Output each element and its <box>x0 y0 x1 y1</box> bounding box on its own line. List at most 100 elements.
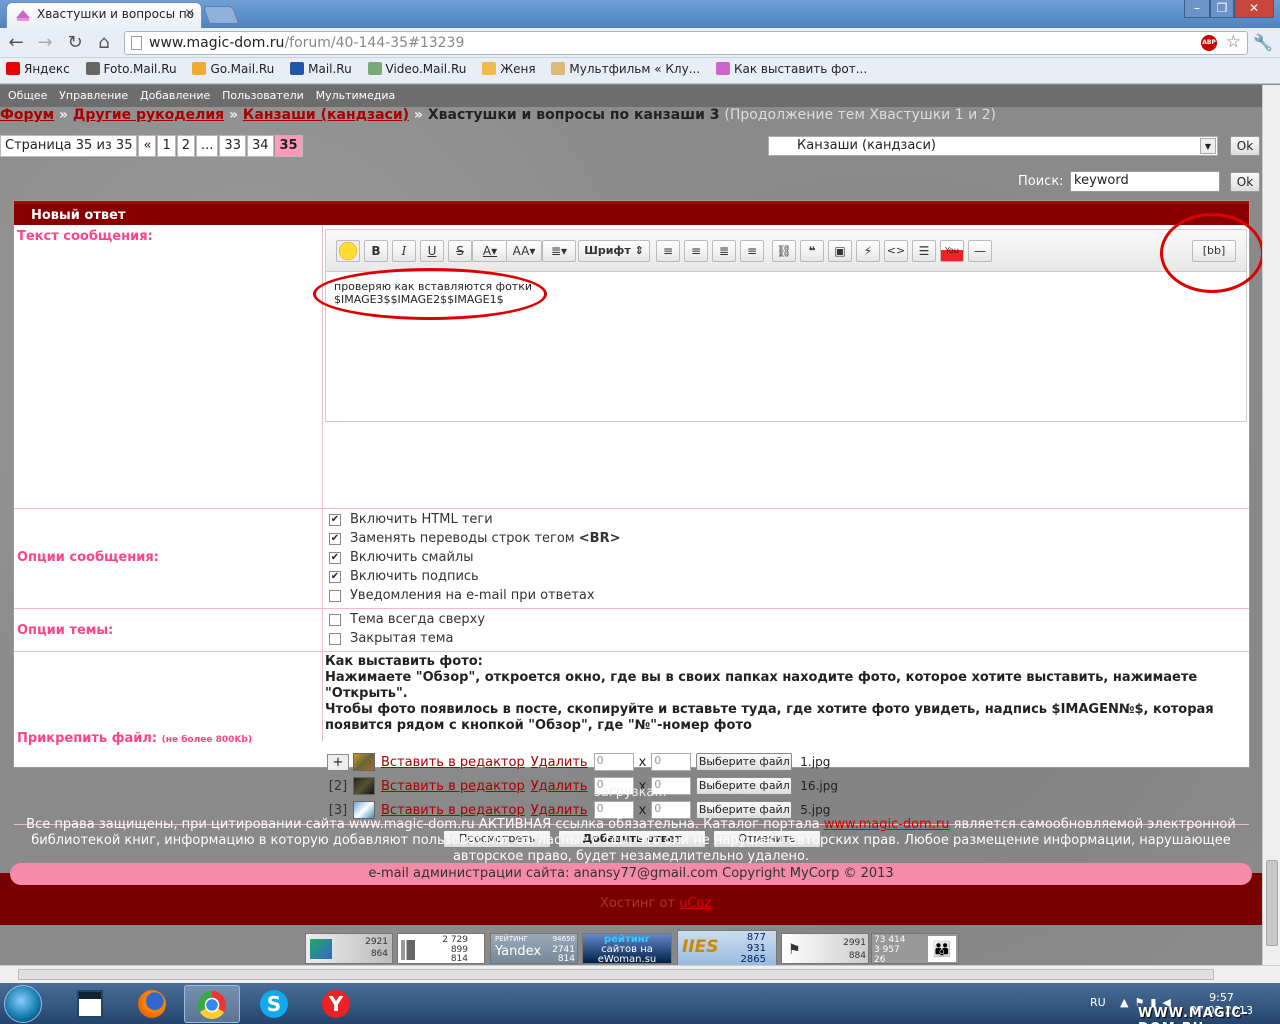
counter-badge[interactable]: 2921 864 <box>305 933 393 964</box>
delete-file-link[interactable]: Удалить <box>531 803 588 818</box>
ucoz-link[interactable]: uCoz <box>679 896 711 911</box>
breadcrumb-section-link[interactable]: Другие рукоделия <box>73 107 224 123</box>
quote-icon[interactable]: ❝ <box>800 240 824 262</box>
font-select[interactable]: Шрифт ⇕ <box>578 240 650 262</box>
checkbox-checked[interactable]: ✔ <box>329 551 341 564</box>
menu-item[interactable]: Общее <box>0 85 47 102</box>
bookmark-item[interactable]: Как выставить фот... <box>715 62 867 76</box>
choose-file-button[interactable]: Выберите файл <box>696 777 793 795</box>
insert-to-editor-link[interactable]: Вставить в редактор <box>381 755 525 770</box>
align-left-icon[interactable]: ≡ <box>656 240 680 262</box>
bookmark-item[interactable]: Женя <box>482 62 536 76</box>
breadcrumb-forum-link[interactable]: Форум <box>0 107 54 123</box>
code-icon[interactable]: <> <box>884 240 908 262</box>
checkbox-unchecked[interactable] <box>329 613 341 626</box>
checkbox-checked[interactable]: ✔ <box>329 513 341 526</box>
text-color-icon[interactable]: A▾ <box>472 240 508 262</box>
youtube-icon[interactable]: You <box>940 240 964 262</box>
horizontal-scrollbar[interactable] <box>0 965 1280 983</box>
firefox-icon[interactable] <box>124 985 180 1023</box>
start-button[interactable] <box>4 985 42 1023</box>
option-smiles[interactable]: ✔ Включить смайлы <box>329 548 620 567</box>
insert-to-editor-link[interactable]: Вставить в редактор <box>381 779 525 794</box>
bookmark-item[interactable]: Яндекс <box>6 62 70 76</box>
link-icon[interactable]: ⛓ <box>772 240 796 262</box>
yandex-browser-icon[interactable]: Y <box>308 985 364 1023</box>
counter-badge[interactable]: 73 414 3 957 26 👪 <box>871 933 959 965</box>
choose-file-button[interactable]: Выберите файл <box>696 753 793 771</box>
counter-badge[interactable]: ⚑ 2991 884 <box>781 933 869 964</box>
language-indicator[interactable]: RU <box>1090 996 1106 1009</box>
back-arrow-icon[interactable]: ← <box>5 32 27 54</box>
tab-close-icon[interactable]: × <box>184 6 195 21</box>
checkbox-unchecked[interactable] <box>329 589 341 602</box>
option-closed[interactable]: Закрытая тема <box>329 629 485 648</box>
option-br[interactable]: ✔ Заменять переводы строк тегом <BR> <box>329 529 620 548</box>
counter-badge[interactable]: 2 729 899 814 <box>397 933 485 964</box>
highlight-icon[interactable]: ≣▾ <box>542 240 576 262</box>
option-sticky[interactable]: Тема всегда сверху <box>329 610 485 629</box>
search-ok-button[interactable]: Ok <box>1230 172 1260 192</box>
menu-item[interactable]: Добавление <box>132 85 210 102</box>
insert-to-editor-link[interactable]: Вставить в редактор <box>381 803 525 818</box>
checkbox-checked[interactable]: ✔ <box>329 532 341 545</box>
bookmark-item[interactable]: Video.Mail.Ru <box>367 62 466 76</box>
horizontal-scrollbar-thumb[interactable] <box>18 969 1214 980</box>
adblock-icon[interactable]: ABP <box>1201 35 1217 51</box>
message-textarea[interactable]: проверяю как вставляются фотки $IMAGE3$$… <box>334 280 532 306</box>
smiley-icon[interactable] <box>336 240 360 262</box>
menu-item[interactable]: Управление <box>51 85 128 102</box>
media-icon[interactable] <box>62 985 118 1023</box>
font-size-icon[interactable]: AA▾ <box>506 240 542 262</box>
yandex-rating-badge[interactable]: РЕЙТИНГ Yandex 94650 2741 814 <box>490 933 578 964</box>
maximize-button[interactable]: ❐ <box>1210 0 1234 18</box>
forum-jump-select[interactable]: Канзаши (кандзаси) ▼ <box>768 136 1218 156</box>
bookmark-item[interactable]: Go.Mail.Ru <box>192 62 274 76</box>
minimize-button[interactable]: – <box>1184 0 1210 18</box>
wrench-icon[interactable]: 🔧 <box>1252 32 1274 54</box>
bookmark-item[interactable]: Мультфильм « Клу... <box>551 62 700 76</box>
vertical-scrollbar[interactable] <box>1262 85 1280 965</box>
delete-file-link[interactable]: Удалить <box>531 755 588 770</box>
delete-file-link[interactable]: Удалить <box>531 779 588 794</box>
page-link[interactable]: 33 <box>219 135 246 157</box>
page-link[interactable]: 34 <box>246 135 274 157</box>
close-window-button[interactable]: ✕ <box>1234 0 1274 18</box>
height-input[interactable]: 0 <box>651 753 692 771</box>
ewoman-rating-badge[interactable]: рейтинг сайтов на eWoman.su <box>582 933 672 965</box>
checkbox-checked[interactable]: ✔ <box>329 570 341 583</box>
italic-button[interactable]: I <box>392 240 416 262</box>
underline-button[interactable]: U <box>420 240 444 262</box>
option-email-notify[interactable]: Уведомления на e-mail при ответах <box>329 586 620 605</box>
breadcrumb-subsection-link[interactable]: Канзаши (кандзаси) <box>243 107 409 123</box>
bookmark-item[interactable]: Foto.Mail.Ru <box>85 62 177 76</box>
menu-item[interactable]: Пользователи <box>214 85 304 102</box>
portal-link[interactable]: www.magic-dom.ru <box>824 817 950 832</box>
search-input[interactable]: keyword <box>1070 171 1220 192</box>
home-icon[interactable]: ⌂ <box>93 32 115 54</box>
align-center-icon[interactable]: ≡ <box>684 240 708 262</box>
bold-button[interactable]: B <box>364 240 388 262</box>
align-justify-icon[interactable]: ≣ <box>712 240 736 262</box>
page-prev-link[interactable]: « <box>138 135 157 157</box>
list-icon[interactable]: ☰ <box>912 240 936 262</box>
page-link[interactable]: 1 <box>157 135 176 157</box>
browser-tab-active[interactable]: Хвастушки и вопросы по × <box>6 2 202 28</box>
flash-icon[interactable]: ⚡ <box>856 240 880 262</box>
forward-arrow-icon[interactable]: → <box>34 32 56 54</box>
add-file-button[interactable]: + <box>327 753 349 771</box>
skype-icon[interactable]: S <box>246 985 302 1023</box>
bb-mode-button[interactable]: [bb] <box>1192 240 1236 262</box>
chrome-icon[interactable] <box>184 985 240 1023</box>
address-bar[interactable]: www.magic-dom.ru/forum/40-144-35#13239 A… <box>124 31 1248 55</box>
counter-badge[interactable]: IIES 877 931 2865 <box>677 930 777 965</box>
star-icon[interactable]: ☆ <box>1226 32 1241 52</box>
page-link[interactable]: 2 <box>176 135 196 157</box>
reload-icon[interactable]: ↻ <box>64 32 86 54</box>
new-tab-button[interactable] <box>202 6 240 24</box>
bookmark-item[interactable]: Mail.Ru <box>290 62 352 76</box>
menu-item[interactable]: Мультимедиа <box>308 85 396 102</box>
strike-button[interactable]: S <box>448 240 472 262</box>
width-input[interactable]: 0 <box>593 753 634 771</box>
option-html[interactable]: ✔ Включить HTML теги <box>329 510 620 529</box>
